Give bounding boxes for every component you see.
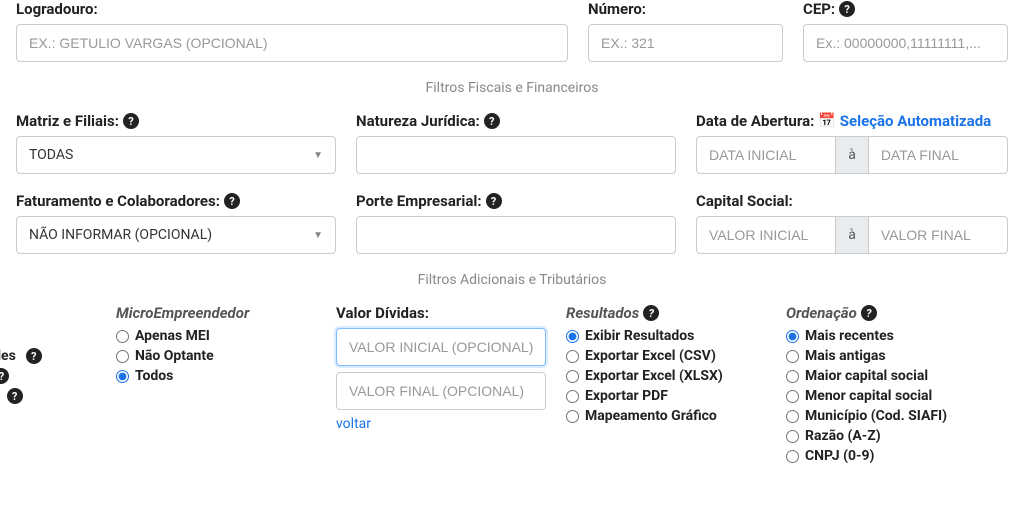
natureza-label: Natureza Jurídica: bbox=[356, 112, 480, 130]
cep-input[interactable] bbox=[803, 24, 1008, 62]
resultados-option[interactable]: Exportar Excel (XLSX) bbox=[566, 368, 766, 384]
help-icon[interactable]: ? bbox=[643, 305, 659, 321]
fiscais-legend: Filtros Fiscais e Financeiros bbox=[16, 80, 1008, 96]
tributario-option[interactable]: ional bbox=[0, 328, 96, 344]
mei-radio[interactable] bbox=[116, 330, 129, 343]
voltar-link[interactable]: voltar bbox=[336, 416, 546, 432]
help-icon[interactable]: ? bbox=[486, 193, 502, 209]
resultados-radio[interactable] bbox=[566, 350, 579, 363]
help-icon[interactable]: ? bbox=[839, 1, 855, 17]
abertura-label: Data de Abertura: bbox=[696, 112, 814, 130]
help-icon[interactable]: ? bbox=[123, 113, 139, 129]
logradouro-label: Logradouro: bbox=[16, 0, 98, 18]
porte-input[interactable] bbox=[356, 216, 676, 254]
matriz-label: Matriz e Filiais: bbox=[16, 112, 119, 130]
tributario-option[interactable]: les? bbox=[0, 368, 96, 384]
cep-label: CEP: bbox=[803, 0, 835, 18]
numero-label: Número: bbox=[588, 0, 646, 18]
faturamento-select[interactable]: NÃO INFORMAR (OPCIONAL) ▼ bbox=[16, 216, 336, 254]
adicionais-legend: Filtros Adicionais e Tributários bbox=[16, 272, 1008, 288]
ordenacao-option[interactable]: Mais antigas bbox=[786, 348, 1008, 364]
porte-label: Porte Empresarial: bbox=[356, 192, 482, 210]
resultados-heading: Resultados bbox=[566, 304, 639, 322]
resultados-radio[interactable] bbox=[566, 410, 579, 423]
resultados-option[interactable]: Exportar Excel (CSV) bbox=[566, 348, 766, 364]
tributario-option[interactable]: Simples? bbox=[0, 348, 96, 364]
ordenacao-option[interactable]: Município (Cod. SIAFI) bbox=[786, 408, 1008, 424]
dividas-label: Valor Dívidas: bbox=[336, 304, 429, 322]
ordenacao-radio[interactable] bbox=[786, 450, 799, 463]
ordenacao-radio[interactable] bbox=[786, 390, 799, 403]
help-icon[interactable]: ? bbox=[484, 113, 500, 129]
data-final-input[interactable] bbox=[868, 136, 1008, 174]
range-separator: à bbox=[836, 216, 868, 254]
mei-radio[interactable] bbox=[116, 350, 129, 363]
mei-heading: MicroEmpreendedor bbox=[116, 304, 249, 322]
resultados-option[interactable]: Mapeamento Gráfico bbox=[566, 408, 766, 424]
range-separator: à bbox=[836, 136, 868, 174]
resultados-radio[interactable] bbox=[566, 390, 579, 403]
help-icon[interactable]: ? bbox=[861, 305, 877, 321]
data-inicial-input[interactable] bbox=[696, 136, 836, 174]
dividas-final-input[interactable] bbox=[336, 372, 546, 410]
ordenacao-radio[interactable] bbox=[786, 430, 799, 443]
resultados-radio[interactable] bbox=[566, 330, 579, 343]
help-icon[interactable]: ? bbox=[224, 193, 240, 209]
help-icon[interactable]: ? bbox=[0, 368, 9, 384]
natureza-input[interactable] bbox=[356, 136, 676, 174]
mei-radio[interactable] bbox=[116, 370, 129, 383]
ordenacao-option[interactable]: Menor capital social bbox=[786, 388, 1008, 404]
ordenacao-option[interactable]: Maior capital social bbox=[786, 368, 1008, 384]
logradouro-input[interactable] bbox=[16, 24, 568, 62]
chevron-down-icon: ▼ bbox=[313, 150, 323, 161]
faturamento-label: Faturamento e Colaboradores: bbox=[16, 192, 220, 210]
ordenacao-radio[interactable] bbox=[786, 370, 799, 383]
ordenacao-radio[interactable] bbox=[786, 410, 799, 423]
resultados-radio[interactable] bbox=[566, 370, 579, 383]
tributario-option[interactable]: mido? bbox=[0, 388, 96, 404]
abertura-auto-link[interactable]: 📅Seleção Automatizada bbox=[818, 112, 991, 130]
matriz-select[interactable]: TODAS ▼ bbox=[16, 136, 336, 174]
ordenacao-option[interactable]: Razão (A-Z) bbox=[786, 428, 1008, 444]
ordenacao-radio[interactable] bbox=[786, 330, 799, 343]
help-icon[interactable]: ? bbox=[7, 388, 23, 404]
resultados-option[interactable]: Exportar PDF bbox=[566, 388, 766, 404]
resultados-option[interactable]: Exibir Resultados bbox=[566, 328, 766, 344]
calendar-icon: 📅 bbox=[818, 113, 835, 129]
ordenacao-option[interactable]: Mais recentes bbox=[786, 328, 1008, 344]
ordenacao-radio[interactable] bbox=[786, 350, 799, 363]
help-icon[interactable]: ? bbox=[26, 348, 42, 364]
mei-option[interactable]: Não Optante bbox=[116, 348, 316, 364]
dividas-inicial-input[interactable] bbox=[336, 328, 546, 366]
mei-option[interactable]: Apenas MEI bbox=[116, 328, 316, 344]
mei-option[interactable]: Todos bbox=[116, 368, 316, 384]
ordenacao-heading: Ordenação bbox=[786, 304, 857, 322]
capital-label: Capital Social: bbox=[696, 192, 793, 210]
numero-input[interactable] bbox=[588, 24, 783, 62]
capital-final-input[interactable] bbox=[868, 216, 1008, 254]
chevron-down-icon: ▼ bbox=[313, 230, 323, 241]
capital-inicial-input[interactable] bbox=[696, 216, 836, 254]
ordenacao-option[interactable]: CNPJ (0-9) bbox=[786, 448, 1008, 464]
